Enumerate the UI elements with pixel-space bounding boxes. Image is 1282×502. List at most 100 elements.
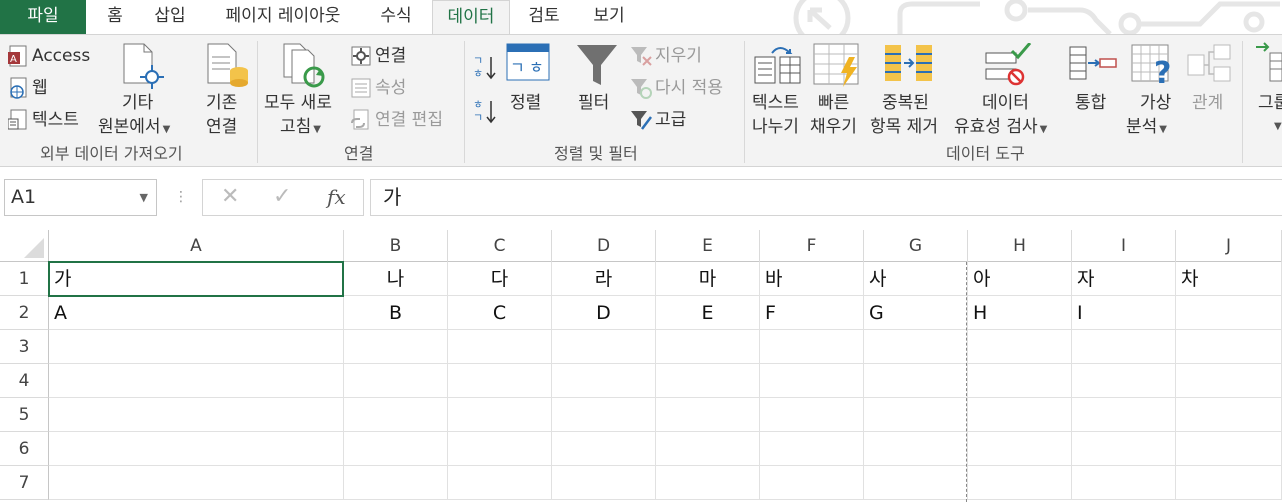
cell-D1[interactable]: 라 (552, 262, 656, 296)
tab-page-layout[interactable]: 페이지 레이아웃 (208, 0, 358, 34)
cell-B4[interactable] (344, 364, 448, 398)
formula-bar-resize-handle[interactable]: ⋮ (174, 189, 188, 205)
cell-I5[interactable] (1072, 398, 1176, 432)
cell-A2[interactable]: A (49, 296, 344, 330)
cell-D7[interactable] (552, 466, 656, 500)
cell-J6[interactable] (1176, 432, 1282, 466)
column-header-A[interactable]: A (49, 230, 344, 262)
cell-H3[interactable] (968, 330, 1072, 364)
formula-input[interactable]: 가 (370, 179, 1282, 216)
cell-G4[interactable] (864, 364, 968, 398)
cell-D3[interactable] (552, 330, 656, 364)
tab-insert[interactable]: 삽입 (144, 0, 196, 34)
row-header-5[interactable]: 5 (0, 398, 49, 432)
cell-B3[interactable] (344, 330, 448, 364)
column-header-D[interactable]: D (552, 230, 656, 262)
cell-C5[interactable] (448, 398, 552, 432)
cell-H4[interactable] (968, 364, 1072, 398)
cell-E7[interactable] (656, 466, 760, 500)
cell-A4[interactable] (49, 364, 344, 398)
cell-C4[interactable] (448, 364, 552, 398)
column-header-J[interactable]: J (1176, 230, 1282, 262)
tab-formulas[interactable]: 수식 (368, 0, 424, 34)
cell-D4[interactable] (552, 364, 656, 398)
cell-D5[interactable] (552, 398, 656, 432)
row-header-4[interactable]: 4 (0, 364, 49, 398)
cell-E1[interactable]: 마 (656, 262, 760, 296)
cell-I3[interactable] (1072, 330, 1176, 364)
row-header-1[interactable]: 1 (0, 262, 49, 296)
tab-file[interactable]: 파일 (0, 0, 86, 34)
cell-C3[interactable] (448, 330, 552, 364)
cell-D2[interactable]: D (552, 296, 656, 330)
cell-H2[interactable]: H (968, 296, 1072, 330)
insert-function-icon[interactable]: fx (327, 185, 346, 209)
cell-A6[interactable] (49, 432, 344, 466)
cell-J7[interactable] (1176, 466, 1282, 500)
column-header-I[interactable]: I (1072, 230, 1176, 262)
cell-B7[interactable] (344, 466, 448, 500)
cell-H1[interactable]: 아 (968, 262, 1072, 296)
cell-E5[interactable] (656, 398, 760, 432)
cell-E6[interactable] (656, 432, 760, 466)
column-header-H[interactable]: H (968, 230, 1072, 262)
cell-C1[interactable]: 다 (448, 262, 552, 296)
column-header-F[interactable]: F (760, 230, 864, 262)
cell-B5[interactable] (344, 398, 448, 432)
cell-B1[interactable]: 나 (344, 262, 448, 296)
cell-J3[interactable] (1176, 330, 1282, 364)
chevron-down-icon[interactable]: ▼ (140, 180, 148, 215)
cell-I2[interactable]: I (1072, 296, 1176, 330)
cell-I4[interactable] (1072, 364, 1176, 398)
cell-J4[interactable] (1176, 364, 1282, 398)
cell-E2[interactable]: E (656, 296, 760, 330)
select-all-button[interactable] (0, 230, 49, 262)
row-header-7[interactable]: 7 (0, 466, 49, 500)
cell-H5[interactable] (968, 398, 1072, 432)
cell-I1[interactable]: 자 (1072, 262, 1176, 296)
cell-A1[interactable]: 가 (49, 262, 344, 296)
cell-G1[interactable]: 사 (864, 262, 968, 296)
row-header-6[interactable]: 6 (0, 432, 49, 466)
cell-F1[interactable]: 바 (760, 262, 864, 296)
cell-I6[interactable] (1072, 432, 1176, 466)
cell-J1[interactable]: 차 (1176, 262, 1282, 296)
cell-H7[interactable] (968, 466, 1072, 500)
cell-C2[interactable]: C (448, 296, 552, 330)
cell-J5[interactable] (1176, 398, 1282, 432)
tab-home[interactable]: 홈 (94, 0, 136, 34)
cell-B6[interactable] (344, 432, 448, 466)
column-header-C[interactable]: C (448, 230, 552, 262)
cell-I7[interactable] (1072, 466, 1176, 500)
cell-A3[interactable] (49, 330, 344, 364)
cell-A7[interactable] (49, 466, 344, 500)
tab-review[interactable]: 검토 (518, 0, 570, 34)
cell-G6[interactable] (864, 432, 968, 466)
tab-data[interactable]: 데이터 (432, 0, 510, 35)
cell-H6[interactable] (968, 432, 1072, 466)
row-header-3[interactable]: 3 (0, 330, 49, 364)
column-header-E[interactable]: E (656, 230, 760, 262)
cell-B2[interactable]: B (344, 296, 448, 330)
column-header-G[interactable]: G (864, 230, 968, 262)
cell-F7[interactable] (760, 466, 864, 500)
cell-E4[interactable] (656, 364, 760, 398)
cell-D6[interactable] (552, 432, 656, 466)
cancel-icon[interactable]: ✕ (221, 184, 239, 209)
cell-C6[interactable] (448, 432, 552, 466)
cell-J2[interactable] (1176, 296, 1282, 330)
column-header-B[interactable]: B (344, 230, 448, 262)
cell-F3[interactable] (760, 330, 864, 364)
cell-G5[interactable] (864, 398, 968, 432)
cell-G3[interactable] (864, 330, 968, 364)
cell-E3[interactable] (656, 330, 760, 364)
cell-F4[interactable] (760, 364, 864, 398)
cell-A5[interactable] (49, 398, 344, 432)
cell-C7[interactable] (448, 466, 552, 500)
cell-G7[interactable] (864, 466, 968, 500)
cell-F5[interactable] (760, 398, 864, 432)
name-box[interactable]: A1 ▼ (4, 179, 157, 216)
cell-F2[interactable]: F (760, 296, 864, 330)
enter-check-icon[interactable]: ✓ (273, 184, 291, 209)
row-header-2[interactable]: 2 (0, 296, 49, 330)
